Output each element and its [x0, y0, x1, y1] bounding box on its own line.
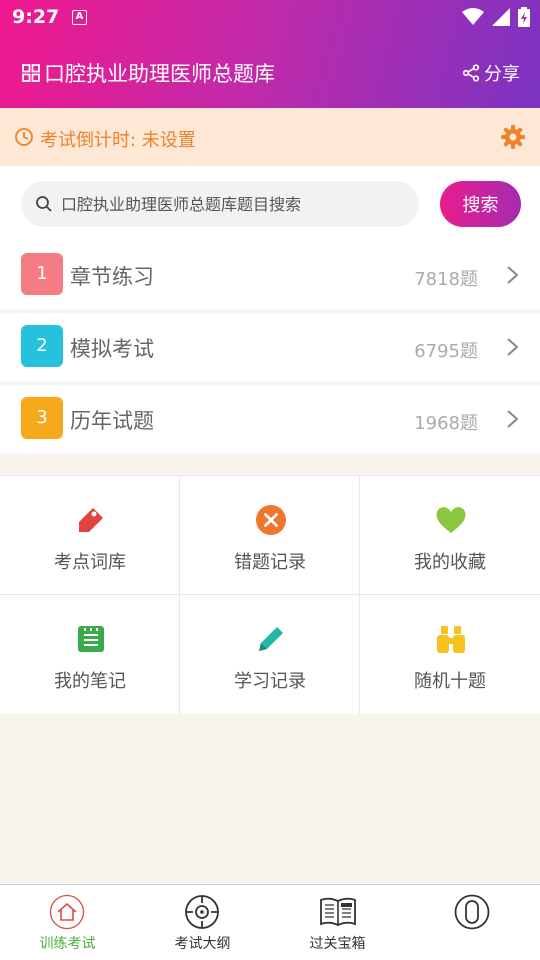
tools-grid: 考点词库 错题记录 我的收藏 我的笔记 学习记录 随机十题: [0, 475, 540, 714]
chevron-right-icon: [507, 266, 519, 284]
heart-icon: [436, 507, 466, 533]
bottom-navigation: 训练考试 考试大纲 过关宝箱: [0, 884, 540, 960]
category-number-badge: 1: [21, 253, 63, 295]
nav-exam-outline[interactable]: 考试大纲: [135, 885, 270, 960]
category-number-badge: 3: [21, 397, 63, 439]
nav-label: 考试大纲: [174, 936, 231, 952]
clock-icon: [15, 128, 33, 146]
tool-label: 随机十题: [414, 671, 486, 692]
pencil-icon: [259, 627, 283, 651]
category-number-badge: 2: [21, 325, 63, 367]
app-header: 9:27 A 口腔执业助理医师总题库 分享: [0, 0, 540, 108]
search-row: 搜索: [0, 166, 540, 242]
tag-icon: [79, 508, 103, 532]
title-row: 口腔执业助理医师总题库 分享: [0, 52, 540, 96]
nav-label: 过关宝箱: [309, 936, 366, 952]
nav-label: 训练考试: [39, 936, 96, 952]
countdown-label: 考试倒计时: 未设置: [40, 130, 196, 151]
category-name: 章节练习: [70, 265, 154, 289]
share-icon: [462, 64, 480, 82]
search-box[interactable]: [21, 181, 419, 227]
profile-icon: [454, 894, 490, 930]
category-chapter-practice[interactable]: 1 章节练习 7818题: [0, 241, 540, 309]
status-time: 9:27: [12, 6, 60, 28]
search-icon: [36, 196, 52, 212]
nav-training-exam[interactable]: 训练考试: [0, 885, 135, 960]
chevron-right-icon: [507, 338, 519, 356]
tool-study-history[interactable]: 学习记录: [180, 595, 360, 714]
nav-profile[interactable]: [405, 885, 540, 960]
share-label: 分享: [484, 64, 520, 85]
status-bar: 9:27 A: [0, 0, 540, 36]
category-mock-exam[interactable]: 2 模拟考试 6795题: [0, 313, 540, 381]
notebook-icon: [78, 626, 104, 652]
status-indicators: [462, 7, 530, 27]
book-icon: [320, 897, 356, 926]
close-circle-icon: [256, 505, 286, 535]
tool-label: 考点词库: [54, 552, 126, 573]
category-name: 模拟考试: [70, 337, 154, 361]
tool-favorites[interactable]: 我的收藏: [360, 476, 540, 595]
gear-icon[interactable]: [500, 124, 526, 150]
tool-notes[interactable]: 我的笔记: [0, 595, 180, 714]
wifi-icon: [462, 8, 484, 25]
category-past-exams[interactable]: 3 历年试题 1968题: [0, 385, 540, 453]
binoculars-icon: [437, 626, 465, 653]
share-button[interactable]: 分享: [462, 60, 520, 86]
tool-label: 我的收藏: [414, 552, 486, 573]
tool-label: 我的笔记: [54, 671, 126, 692]
category-count: 1968题: [414, 413, 478, 434]
battery-icon: [518, 7, 530, 27]
category-count: 6795题: [414, 341, 478, 362]
chevron-right-icon: [507, 410, 519, 428]
nav-treasure-box[interactable]: 过关宝箱: [270, 885, 405, 960]
tool-random-ten[interactable]: 随机十题: [360, 595, 540, 714]
tool-keypoint-vocabulary[interactable]: 考点词库: [0, 476, 180, 595]
category-count: 7818题: [414, 269, 478, 290]
tool-wrong-answers[interactable]: 错题记录: [180, 476, 360, 595]
notification-app-icon: A: [72, 10, 87, 25]
app-title: 口腔执业助理医师总题库: [44, 62, 275, 86]
tool-label: 错题记录: [234, 552, 306, 573]
tool-label: 学习记录: [234, 671, 306, 692]
grid-icon[interactable]: [22, 64, 40, 82]
search-input[interactable]: [61, 181, 411, 227]
signal-icon: [492, 8, 510, 26]
target-icon: [185, 895, 219, 929]
search-button[interactable]: 搜索: [440, 181, 521, 227]
category-name: 历年试题: [70, 409, 154, 433]
exam-countdown-bar[interactable]: 考试倒计时: 未设置: [0, 108, 540, 166]
home-icon: [49, 894, 85, 930]
